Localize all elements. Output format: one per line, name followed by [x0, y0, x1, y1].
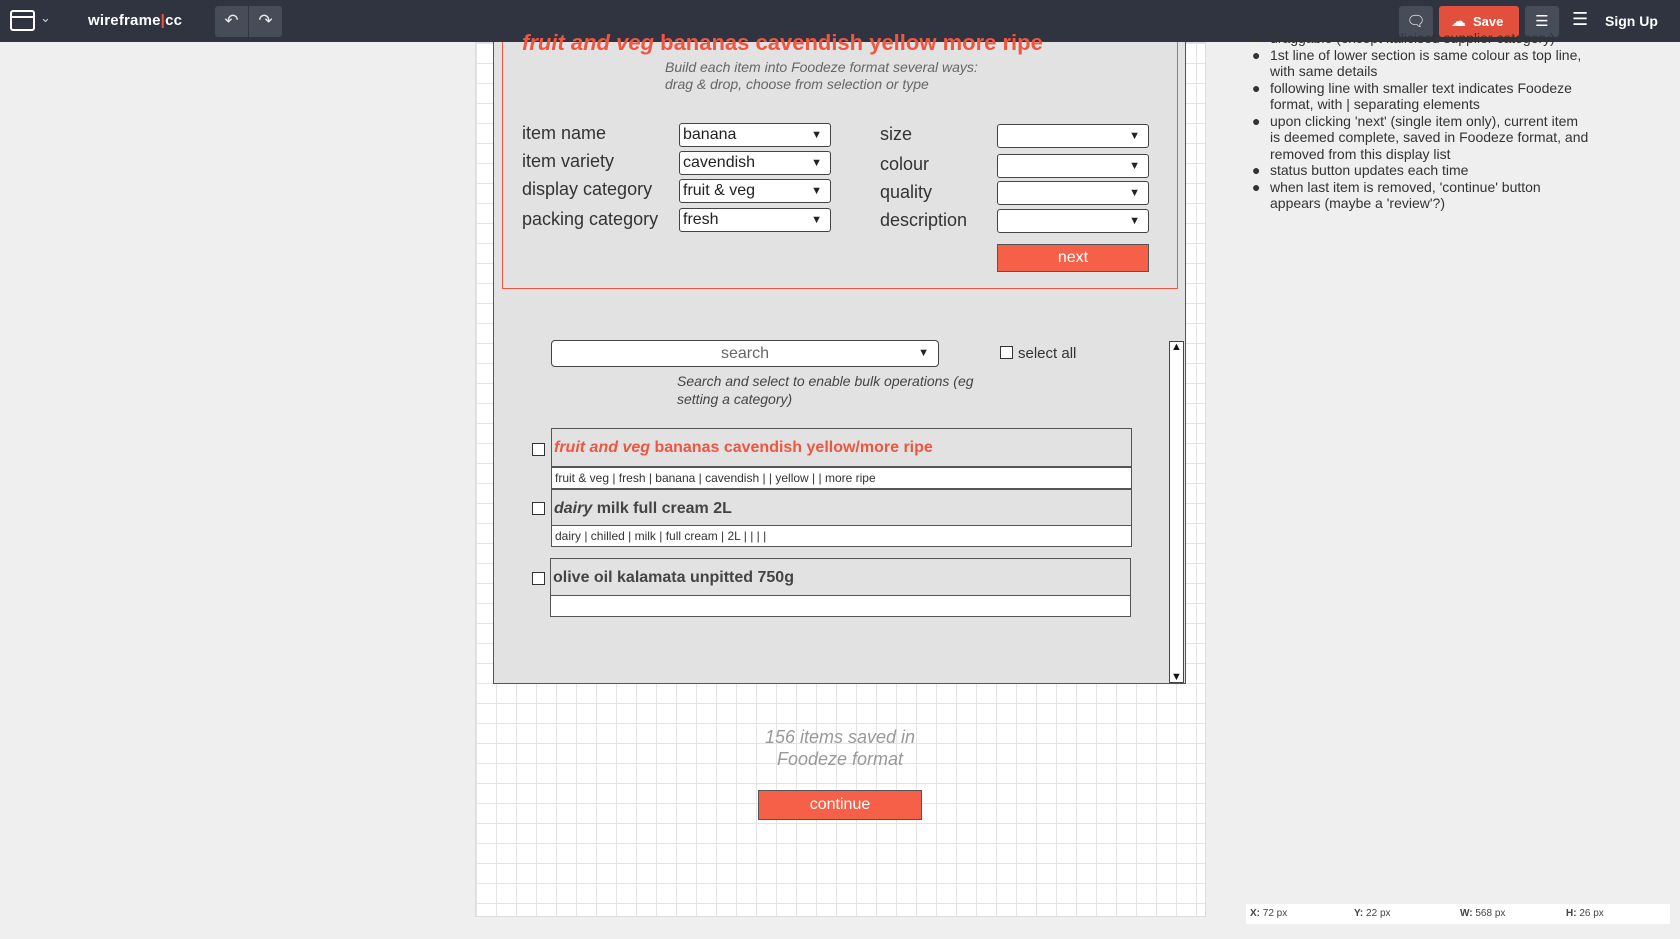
- label-item-variety: item variety: [522, 151, 615, 171]
- list-item[interactable]: olive oil kalamata unpitted 750g: [550, 558, 1131, 597]
- dropdown-arrow-icon: ▼: [918, 347, 929, 359]
- chevron-down-icon[interactable]: ⌄: [40, 10, 51, 26]
- next-button[interactable]: next: [997, 244, 1149, 272]
- status-bar: X: 72 px Y: 22 px W: 568 px H: 26 px: [1246, 904, 1670, 924]
- status-w: W: 568 px: [1460, 908, 1506, 919]
- status-h: H: 26 px: [1566, 908, 1604, 919]
- item-format-line: [550, 595, 1131, 617]
- redo-button[interactable]: ↷: [249, 6, 282, 37]
- dropdown-arrow-icon: ▼: [811, 129, 822, 141]
- continue-button[interactable]: continue: [758, 790, 922, 820]
- colour-select[interactable]: ▼: [997, 154, 1149, 178]
- packing-category-select[interactable]: fresh ▼: [679, 208, 831, 232]
- list-scrollbar[interactable]: ▲ ▼: [1169, 341, 1184, 683]
- note-item: status button updates each time: [1252, 162, 1592, 179]
- select-all-checkbox[interactable]: [1000, 346, 1013, 359]
- label-item-name: item name: [522, 123, 607, 143]
- label-size: size: [880, 124, 913, 144]
- list-item[interactable]: fruit and veg bananas cavendish yellow/m…: [551, 428, 1132, 467]
- display-category-select[interactable]: fruit & veg ▼: [679, 179, 831, 203]
- dropdown-arrow-icon: ▼: [811, 157, 822, 169]
- note-item: when last item is removed, 'continue' bu…: [1252, 179, 1592, 212]
- item-checkbox[interactable]: [532, 443, 545, 456]
- notes-list: draggable (except italicised supplier ca…: [1252, 30, 1592, 212]
- dropdown-arrow-icon: ▼: [1129, 130, 1140, 142]
- note-item: upon clicking 'next' (single item only),…: [1252, 113, 1592, 163]
- saved-count-text: 156 items saved in Foodeze format: [764, 727, 916, 769]
- dropdown-arrow-icon: ▼: [1129, 160, 1140, 172]
- dropdown-arrow-icon: ▼: [811, 185, 822, 197]
- menu-icon[interactable]: ☰: [1572, 9, 1588, 30]
- scroll-up-icon[interactable]: ▲: [1171, 341, 1182, 353]
- note-item: draggable (except italicised supplier ca…: [1252, 30, 1592, 47]
- note-item: 1st line of lower section is same colour…: [1252, 47, 1592, 80]
- undo-button[interactable]: ↶: [215, 6, 248, 37]
- item-format-line: fruit & veg | fresh | banana | cavendish…: [551, 467, 1132, 489]
- item-checkbox[interactable]: [532, 502, 545, 515]
- item-checkbox[interactable]: [532, 572, 545, 585]
- label-packing-category: packing category: [522, 209, 659, 229]
- comment-icon: 🗨: [1406, 13, 1426, 30]
- size-select[interactable]: ▼: [997, 124, 1149, 148]
- select-all-label: select all: [1018, 345, 1077, 362]
- label-quality: quality: [880, 182, 933, 202]
- sign-up-link[interactable]: Sign Up: [1605, 13, 1658, 29]
- list-item[interactable]: dairy milk full cream 2L: [551, 489, 1132, 528]
- status-x: X: 72 px: [1250, 908, 1288, 919]
- window-icon[interactable]: [10, 10, 35, 31]
- scroll-down-icon[interactable]: ▼: [1171, 671, 1182, 683]
- sliders-icon: ☰: [1535, 13, 1549, 30]
- form-hint: Build each item into Foodeze format seve…: [665, 59, 978, 92]
- bulk-hint: Search and select to enable bulk operati…: [677, 373, 974, 407]
- quality-select[interactable]: ▼: [997, 181, 1149, 205]
- label-display-category: display category: [522, 179, 653, 199]
- app-logo: wireframe|cc: [88, 12, 183, 29]
- item-variety-select[interactable]: cavendish ▼: [679, 151, 831, 175]
- label-description: description: [880, 210, 968, 230]
- form-title: fruit and veg bananas cavendish yellow m…: [522, 30, 1043, 55]
- dropdown-arrow-icon: ▼: [1129, 215, 1140, 227]
- item-name-select[interactable]: banana ▼: [679, 123, 831, 147]
- item-format-line: dairy | chilled | milk | full cream | 2L…: [551, 525, 1132, 547]
- search-select[interactable]: search ▼: [551, 340, 939, 367]
- dropdown-arrow-icon: ▼: [1129, 187, 1140, 199]
- note-item: following line with smaller text indicat…: [1252, 80, 1592, 113]
- description-select[interactable]: ▼: [997, 209, 1149, 233]
- dropdown-arrow-icon: ▼: [811, 214, 822, 226]
- label-colour: colour: [880, 154, 930, 174]
- status-y: Y: 22 px: [1354, 908, 1391, 919]
